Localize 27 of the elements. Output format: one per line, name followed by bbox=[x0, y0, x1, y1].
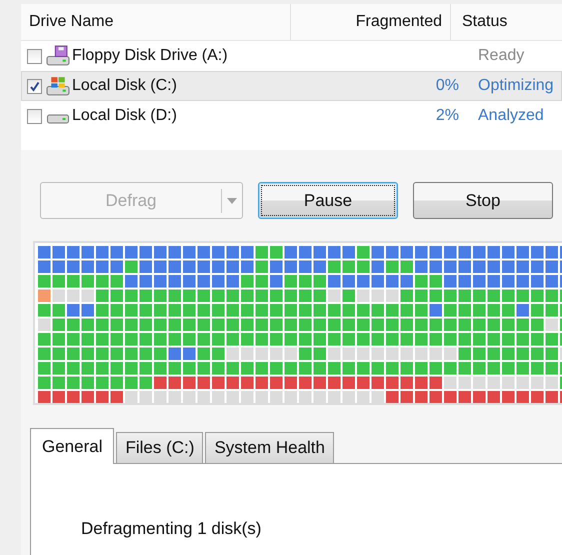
drive-row[interactable]: Floppy Disk Drive (A:) Ready bbox=[21, 41, 562, 71]
drive-icon bbox=[46, 45, 70, 67]
drive-name: Floppy Disk Drive (A:) bbox=[72, 47, 229, 65]
tab[interactable]: System Health bbox=[205, 432, 334, 463]
column-header[interactable]: Drive Name bbox=[21, 4, 291, 40]
column-header[interactable]: Status bbox=[451, 4, 562, 40]
drive-name: Local Disk (D:) bbox=[72, 107, 178, 125]
status-text: Analyzed bbox=[477, 107, 544, 125]
drive-name: Local Disk (C:) bbox=[72, 77, 178, 95]
fragmented-value: 0% bbox=[436, 77, 459, 94]
push-button[interactable]: Pause bbox=[258, 182, 398, 219]
checkbox[interactable] bbox=[27, 108, 42, 124]
tab[interactable]: Files (C:) bbox=[116, 432, 204, 463]
status-message: Defragmenting 1 disk(s) bbox=[81, 519, 262, 539]
check-icon bbox=[29, 80, 40, 92]
status-text: Optimizing bbox=[477, 77, 554, 95]
push-button[interactable]: Stop bbox=[413, 182, 553, 219]
drive-row[interactable]: Local Disk (C:) 0% Optimizing bbox=[21, 71, 562, 101]
drive-icon bbox=[46, 114, 70, 124]
checkbox[interactable] bbox=[27, 78, 42, 94]
checkbox[interactable] bbox=[27, 48, 42, 64]
drive-icon bbox=[46, 75, 70, 97]
fragmented-value: 2% bbox=[436, 107, 459, 124]
column-header[interactable]: Fragmented bbox=[291, 4, 451, 40]
drive-row[interactable]: Local Disk (D:) 2% Analyzed bbox=[21, 101, 562, 131]
status-text: Ready bbox=[477, 47, 524, 65]
tab[interactable]: General bbox=[30, 428, 114, 464]
